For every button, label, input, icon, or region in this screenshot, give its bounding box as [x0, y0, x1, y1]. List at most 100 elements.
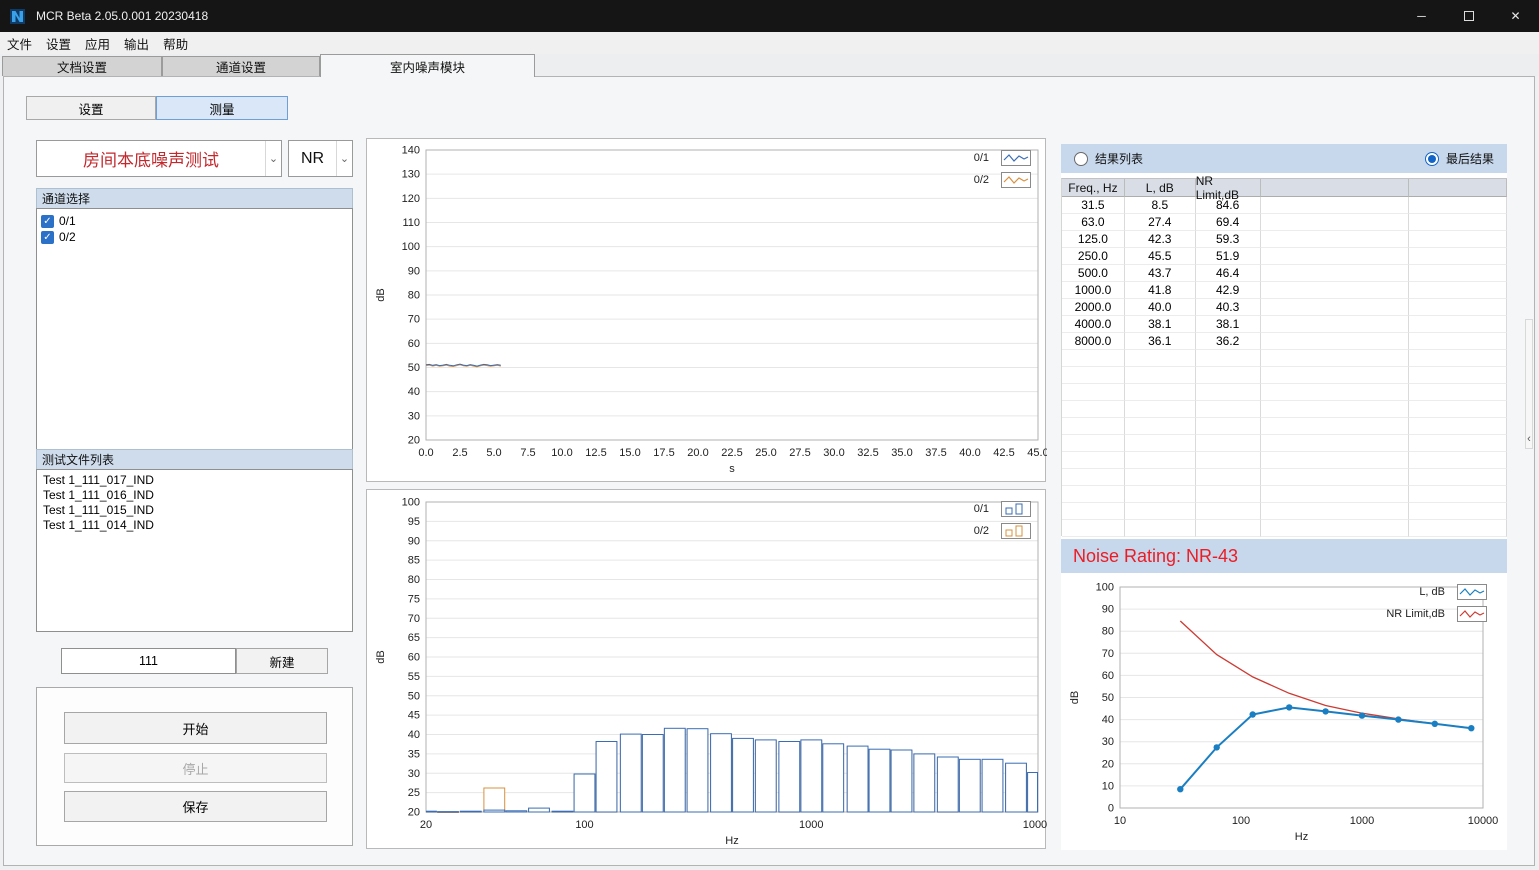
- legend-label: 0/1: [974, 152, 989, 164]
- time-history-chart: 20304050607080901001101201301400.02.55.0…: [366, 138, 1046, 482]
- svg-text:75: 75: [408, 593, 420, 605]
- svg-text:42.5: 42.5: [993, 447, 1014, 459]
- table-cell: 42.9: [1196, 282, 1261, 299]
- table-cell: [1261, 452, 1410, 469]
- table-cell: 43.7: [1125, 265, 1196, 282]
- svg-text:60: 60: [1102, 670, 1114, 682]
- svg-text:10000: 10000: [1023, 819, 1047, 831]
- new-button[interactable]: 新建: [236, 648, 328, 674]
- svg-text:1000: 1000: [799, 819, 823, 831]
- menu-item-apply[interactable]: 应用: [78, 32, 117, 54]
- rating-type-combo[interactable]: NR ⌄: [288, 140, 353, 177]
- table-row: 500.043.746.4: [1062, 265, 1507, 282]
- legend-swatch: [1457, 606, 1487, 622]
- menu-item-help[interactable]: 帮助: [156, 32, 195, 54]
- file-list-item[interactable]: Test 1_111_016_IND: [37, 489, 352, 504]
- svg-text:5.0: 5.0: [486, 447, 501, 459]
- chevron-down-icon[interactable]: ⌄: [265, 141, 281, 176]
- close-button[interactable]: ✕: [1492, 0, 1539, 32]
- table-cell: [1409, 231, 1507, 248]
- file-list-item[interactable]: Test 1_111_015_IND: [37, 504, 352, 519]
- table-cell: [1409, 248, 1507, 265]
- svg-text:50: 50: [408, 362, 420, 374]
- table-cell: [1125, 418, 1196, 435]
- radio-last-result[interactable]: 最后结果: [1425, 150, 1494, 167]
- checkbox-icon[interactable]: ✓: [41, 215, 54, 228]
- table-cell: [1125, 435, 1196, 452]
- table-cell: [1261, 197, 1410, 214]
- channel-item[interactable]: ✓0/1: [37, 212, 352, 228]
- chart-legend: 0/1 0/2: [974, 501, 1031, 539]
- channel-item[interactable]: ✓0/2: [37, 228, 352, 244]
- svg-text:10000: 10000: [1468, 815, 1499, 827]
- legend-entry: NR Limit,dB: [1386, 606, 1487, 622]
- menu-item-file[interactable]: 文件: [0, 32, 39, 54]
- legend-label: L, dB: [1419, 586, 1445, 598]
- minimize-button[interactable]: ─: [1398, 0, 1445, 32]
- maximize-button[interactable]: [1445, 0, 1492, 32]
- table-row: [1062, 350, 1507, 367]
- result-view-selector: 结果列表 最后结果: [1061, 144, 1507, 173]
- table-cell: [1196, 401, 1261, 418]
- svg-text:60: 60: [408, 338, 420, 350]
- legend-swatch: [1001, 523, 1031, 539]
- results-panel: 结果列表 最后结果 Freq., HzL, dBNR Limit,dB 31.5…: [1061, 144, 1507, 850]
- table-header-row: Freq., HzL, dBNR Limit,dB: [1062, 179, 1507, 197]
- svg-text:30: 30: [1102, 736, 1114, 748]
- table-cell: 250.0: [1062, 248, 1125, 265]
- table-cell: 84.6: [1196, 197, 1261, 214]
- main-tab-3[interactable]: 室内噪声模块: [320, 54, 535, 77]
- minimize-icon: ─: [1417, 9, 1426, 23]
- chevron-down-icon[interactable]: ⌄: [336, 141, 352, 176]
- table-cell: [1261, 316, 1410, 333]
- legend-entry: L, dB: [1386, 584, 1487, 600]
- svg-text:27.5: 27.5: [789, 447, 810, 459]
- svg-text:70: 70: [1102, 648, 1114, 660]
- main-tab-1[interactable]: 文档设置: [2, 56, 162, 76]
- svg-text:80: 80: [408, 574, 420, 586]
- legend-label: 0/1: [974, 503, 989, 515]
- svg-text:dB: dB: [1069, 691, 1081, 704]
- table-cell: [1062, 520, 1125, 537]
- table-cell: [1409, 418, 1507, 435]
- table-cell: 40.0: [1125, 299, 1196, 316]
- save-button[interactable]: 保存: [64, 791, 327, 822]
- svg-text:90: 90: [408, 265, 420, 277]
- table-row: [1062, 384, 1507, 401]
- svg-text:dB: dB: [375, 288, 387, 301]
- table-cell: 1000.0: [1062, 282, 1125, 299]
- table-row: 2000.040.040.3: [1062, 299, 1507, 316]
- stop-button[interactable]: 停止: [64, 753, 327, 783]
- table-cell: [1409, 299, 1507, 316]
- table-cell: [1062, 350, 1125, 367]
- table-row: 4000.038.138.1: [1062, 316, 1507, 333]
- menu-bar: 文件设置应用输出帮助: [0, 32, 1539, 54]
- svg-text:110: 110: [402, 217, 420, 229]
- tab-measurement[interactable]: 测量: [156, 96, 288, 120]
- table-cell: [1261, 350, 1410, 367]
- file-list-item[interactable]: Test 1_111_017_IND: [37, 474, 352, 489]
- svg-text:40.0: 40.0: [959, 447, 980, 459]
- file-name-input[interactable]: [61, 648, 236, 674]
- svg-text:100: 100: [1096, 582, 1114, 594]
- menu-item-output[interactable]: 输出: [117, 32, 156, 54]
- table-row: 31.58.584.6: [1062, 197, 1507, 214]
- checkbox-icon[interactable]: ✓: [41, 231, 54, 244]
- legend-label: NR Limit,dB: [1386, 608, 1445, 620]
- menu-item-settings[interactable]: 设置: [39, 32, 78, 54]
- legend-entry: 0/2: [974, 523, 1031, 539]
- radio-result-list[interactable]: 结果列表: [1074, 150, 1143, 167]
- svg-text:90: 90: [408, 535, 420, 547]
- main-tab-2[interactable]: 通道设置: [162, 56, 320, 76]
- table-cell: [1409, 214, 1507, 231]
- time-history-plot: 20304050607080901001101201301400.02.55.0…: [367, 139, 1047, 488]
- app-window: MCR Beta 2.05.0.001 20230418 ─ ✕ 文件设置应用输…: [0, 0, 1539, 870]
- svg-text:12.5: 12.5: [585, 447, 606, 459]
- svg-text:25.0: 25.0: [755, 447, 776, 459]
- svg-text:80: 80: [408, 290, 420, 302]
- start-button[interactable]: 开始: [64, 712, 327, 744]
- file-list-item[interactable]: Test 1_111_014_IND: [37, 519, 352, 534]
- tab-settings[interactable]: 设置: [26, 96, 156, 120]
- test-name-combo[interactable]: 房间本底噪声测试 ⌄: [36, 140, 282, 177]
- panel-collapse-handle[interactable]: ‹: [1525, 319, 1533, 449]
